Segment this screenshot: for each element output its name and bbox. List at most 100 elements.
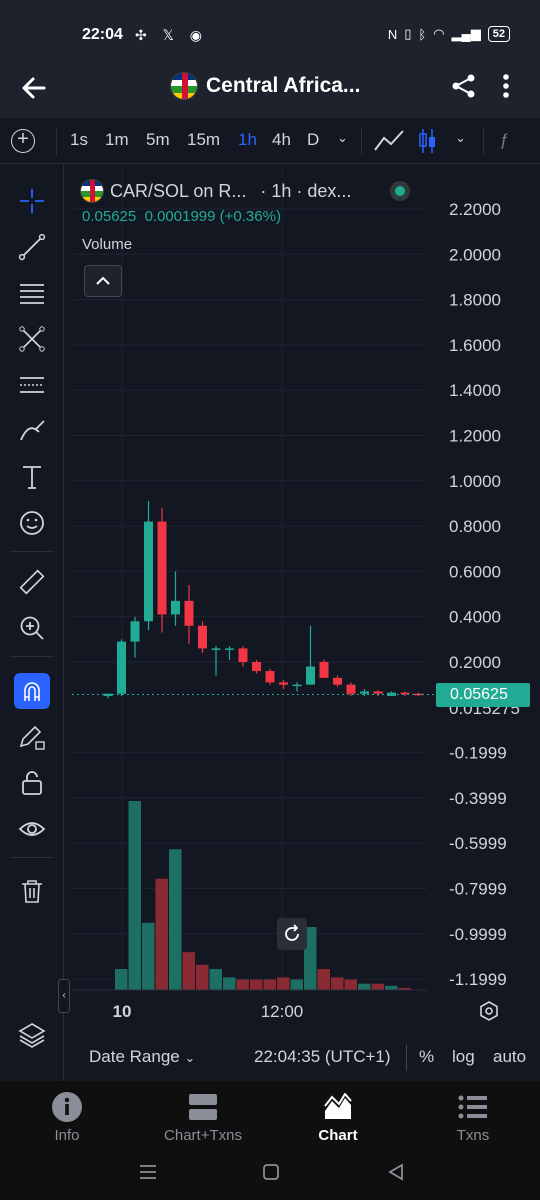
unlock-tool[interactable] [14,765,50,801]
candle-body [333,677,342,685]
volume-indicator-label[interactable]: Volume [82,236,132,253]
candle-body [198,625,207,649]
y-axis-tick-label: -1.1999 [449,970,507,989]
date-range-button[interactable]: Date Range ⌄ [89,1047,195,1067]
text-tool[interactable] [14,459,50,495]
crosshair-tool[interactable] [14,183,50,219]
back-icon[interactable] [388,1163,403,1181]
candle-body [117,641,126,694]
log-scale-toggle[interactable]: log [452,1047,475,1067]
nav-txns[interactable]: Txns [423,1091,523,1144]
reset-chart-button[interactable] [277,918,307,950]
divider [56,127,57,155]
candle-body [225,648,234,650]
trend-line-tool[interactable] [14,229,50,265]
collapse-toolbar-button[interactable]: ‹ [58,979,70,1013]
zoom-tool[interactable] [14,610,50,646]
share-icon[interactable] [450,72,478,100]
candle-body [360,691,369,694]
last-value: 0.05625 [82,208,137,225]
volume-bar [128,801,141,990]
interval-d[interactable]: D [307,130,319,150]
split-view-icon [189,1094,217,1120]
pattern-tool[interactable] [14,321,50,357]
y-axis-tick-label: 1.2000 [449,427,501,446]
back-arrow-icon[interactable] [18,72,50,104]
interval-5m[interactable]: 5m [146,130,170,150]
volume-bar [317,969,330,990]
candle-body [144,521,153,622]
nav-chart-txns[interactable]: Chart+Txns [153,1091,253,1144]
nav-info[interactable]: Info [17,1091,117,1144]
last-price-label: 0.05625 [436,683,530,707]
symbol-name[interactable]: CAR/SOL on R... [110,181,246,202]
crosshair-icon [20,189,44,213]
y-axis-tick-label: -0.1999 [449,744,507,763]
divider [361,127,362,155]
volume-bar [209,969,222,990]
line-chart-type-icon[interactable] [373,128,405,154]
ruler-icon [19,569,45,595]
forecast-tool[interactable] [14,367,50,403]
brush-tool[interactable] [14,413,50,449]
y-axis-tick-label: 0.2000 [449,653,501,672]
collapse-legend-button[interactable] [84,265,122,297]
volume-bar [196,964,209,990]
visibility-tool[interactable] [14,811,50,847]
nfc-icon: N [387,26,398,42]
timezone-clock[interactable]: 22:04:35 (UTC+1) [254,1047,391,1067]
token-title: Central Africa... [170,72,360,100]
interval-1h[interactable]: 1h [238,130,257,150]
candle-body [265,671,275,683]
chart-settings-icon[interactable] [478,1000,500,1022]
interval-1m[interactable]: 1m [105,130,129,150]
volume-bar [371,983,384,990]
recent-apps-icon[interactable] [140,1165,156,1179]
measure-tool[interactable] [14,564,50,600]
price-chart[interactable]: 2.2000 2.0000 1.8000 1.6000 1.4000 1.2000 1.00… [72,168,540,1041]
interval-1s[interactable]: 1s [70,130,88,150]
pattern-icon [19,326,45,352]
divider [10,656,54,657]
candle-body [238,648,248,662]
more-vertical-icon[interactable] [496,72,516,100]
indicators-fx-icon[interactable]: ƒ [499,130,508,150]
volume-bar [223,977,236,990]
status-time: 22:04 [82,26,123,43]
eye-icon [18,822,46,836]
interval-15m[interactable]: 15m [187,130,220,150]
candles-chart-type-icon[interactable] [418,128,438,154]
market-status-icon[interactable] [390,181,410,201]
y-axis-tick-label: -0.7999 [449,879,507,898]
percent-scale-toggle[interactable]: % [419,1047,434,1067]
smiley-icon [20,511,44,535]
candle-body [346,684,356,694]
volume-bar [290,979,303,990]
nav-chart-txns-label: Chart+Txns [164,1127,242,1144]
divider [10,857,54,858]
lock-drawings-tool[interactable] [14,719,50,755]
fib-tool[interactable] [14,275,50,311]
nav-chart[interactable]: Chart [288,1091,388,1144]
info-icon [52,1092,82,1122]
candle-body [252,662,261,672]
list-icon [458,1095,487,1119]
chart-type-dropdown-icon[interactable]: ⌄ [455,130,466,146]
interval-dropdown-icon[interactable]: ⌄ [337,130,348,146]
candle-body [400,692,410,695]
magnet-tool[interactable] [14,673,50,709]
volume-bar [277,977,290,990]
page-title: Central Africa... [206,74,361,97]
home-icon[interactable] [263,1164,279,1180]
interval-4h[interactable]: 4h [272,130,291,150]
app-header: Central Africa... [0,56,540,118]
brush-icon [20,420,45,441]
candle-body [157,521,167,615]
divider [406,1045,407,1071]
delete-tool[interactable] [14,873,50,909]
emoji-tool[interactable] [14,505,50,541]
y-axis-tick-label: 1.8000 [449,291,501,310]
auto-scale-toggle[interactable]: auto [493,1047,526,1067]
add-symbol-button[interactable]: + [11,129,35,153]
object-tree-tool[interactable] [14,1017,50,1053]
